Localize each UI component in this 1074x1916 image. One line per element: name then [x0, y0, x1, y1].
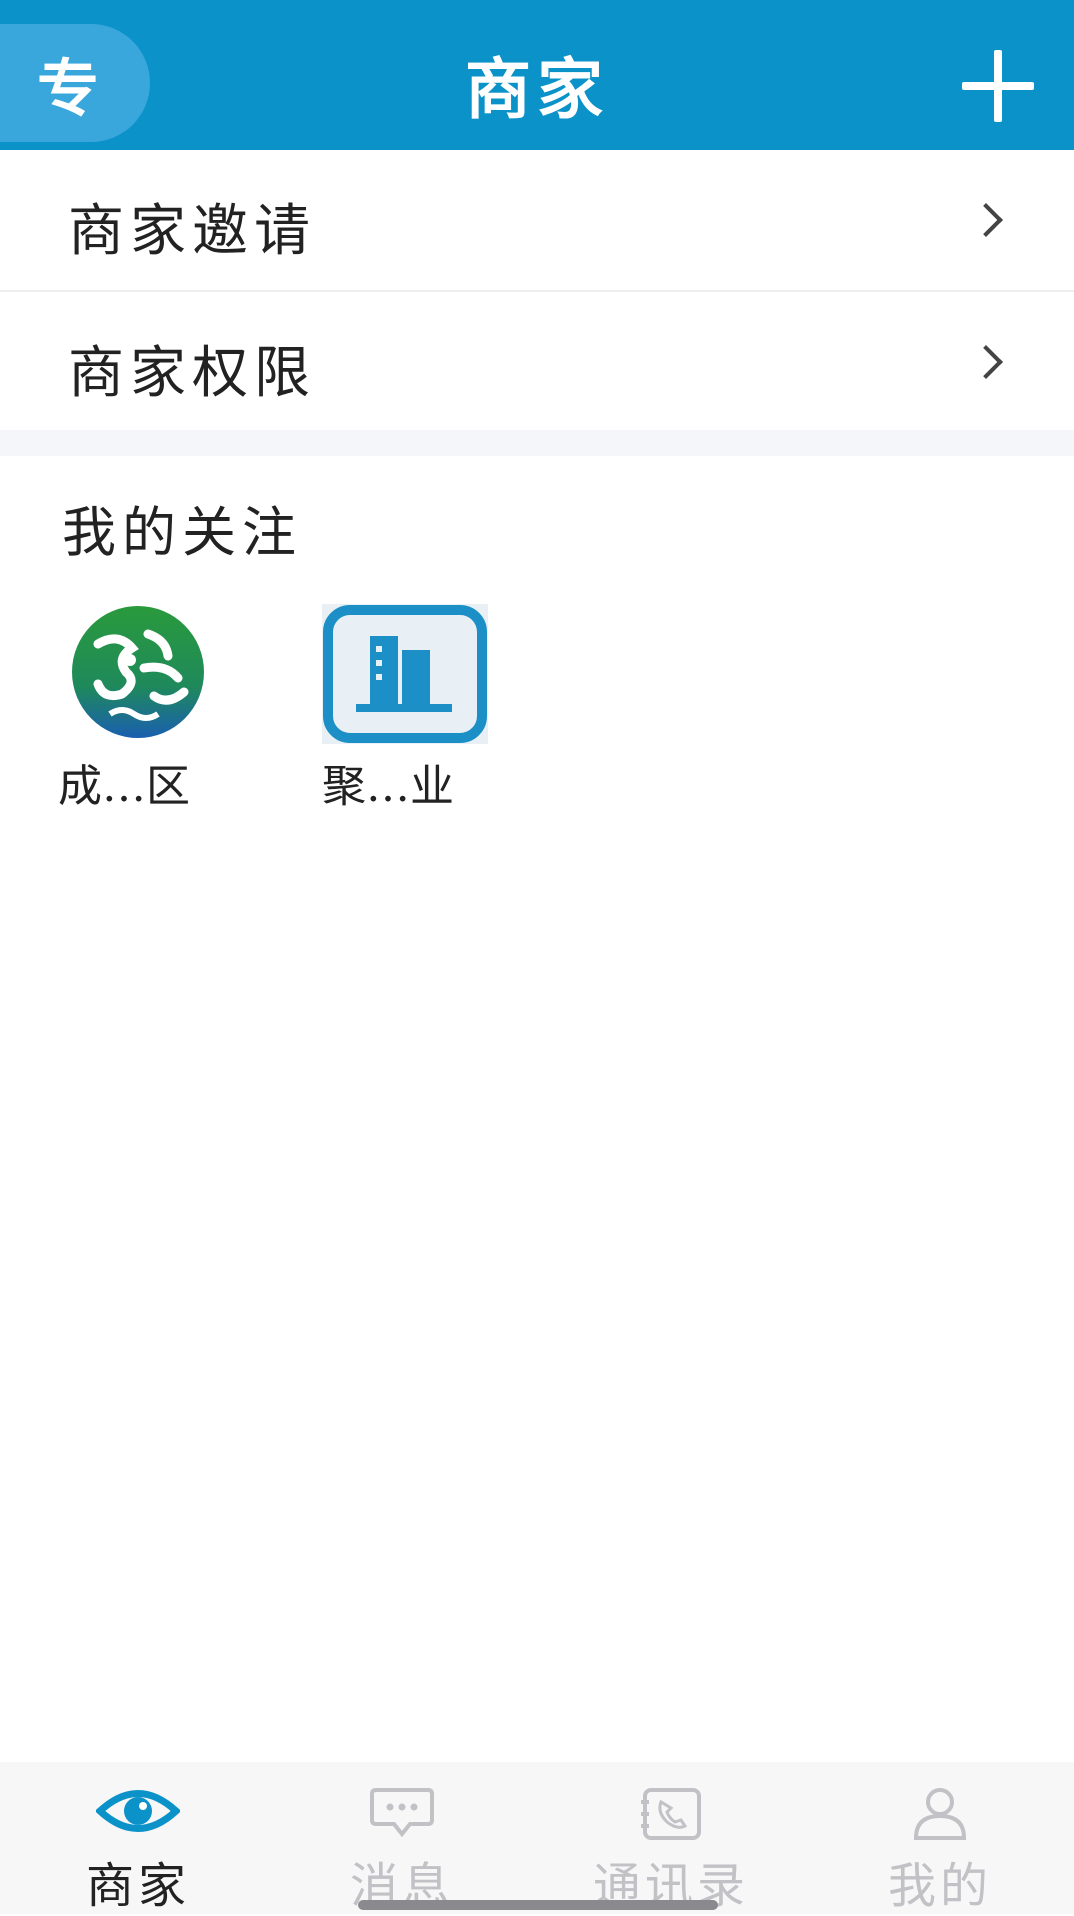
menu-item-label: 商家权限: [68, 341, 316, 406]
eye-icon: [96, 1790, 180, 1832]
bottom-tab-bar: 商家 消息 通讯录 我的: [0, 1762, 1074, 1914]
message-icon: [370, 1788, 434, 1838]
favorite-item-name: 聚…业: [322, 761, 454, 812]
add-button[interactable]: [962, 50, 1034, 122]
app-header: 专 商家: [0, 0, 1074, 150]
phone-book-icon: [641, 1788, 701, 1840]
favorite-item-name: 成…区: [58, 761, 190, 812]
chevron-right-icon: [969, 345, 1003, 379]
person-icon: [913, 1788, 967, 1840]
chevron-right-icon: [969, 203, 1003, 237]
tab-messages[interactable]: 消息: [302, 1762, 502, 1914]
tab-contacts[interactable]: 通讯录: [556, 1762, 786, 1914]
page-title: 商家: [465, 50, 609, 128]
menu-item-label: 商家邀请: [68, 199, 316, 264]
menu-item-merchant-permissions[interactable]: 商家权限: [0, 292, 1074, 432]
tab-me[interactable]: 我的: [840, 1762, 1040, 1914]
favorite-item[interactable]: 成…区: [58, 604, 258, 812]
tab-label: 商家: [85, 1858, 190, 1914]
green-logo-icon: [72, 606, 204, 738]
section-gap: [0, 430, 1074, 456]
tab-merchants[interactable]: 商家: [38, 1762, 238, 1914]
building-icon: [322, 604, 488, 744]
tab-label: 我的: [887, 1858, 992, 1914]
favorite-item[interactable]: 聚…业: [322, 604, 522, 812]
home-indicator: [358, 1900, 718, 1910]
menu-item-merchant-invite[interactable]: 商家邀请: [0, 150, 1074, 290]
favorites-title: 我的关注: [62, 501, 302, 564]
